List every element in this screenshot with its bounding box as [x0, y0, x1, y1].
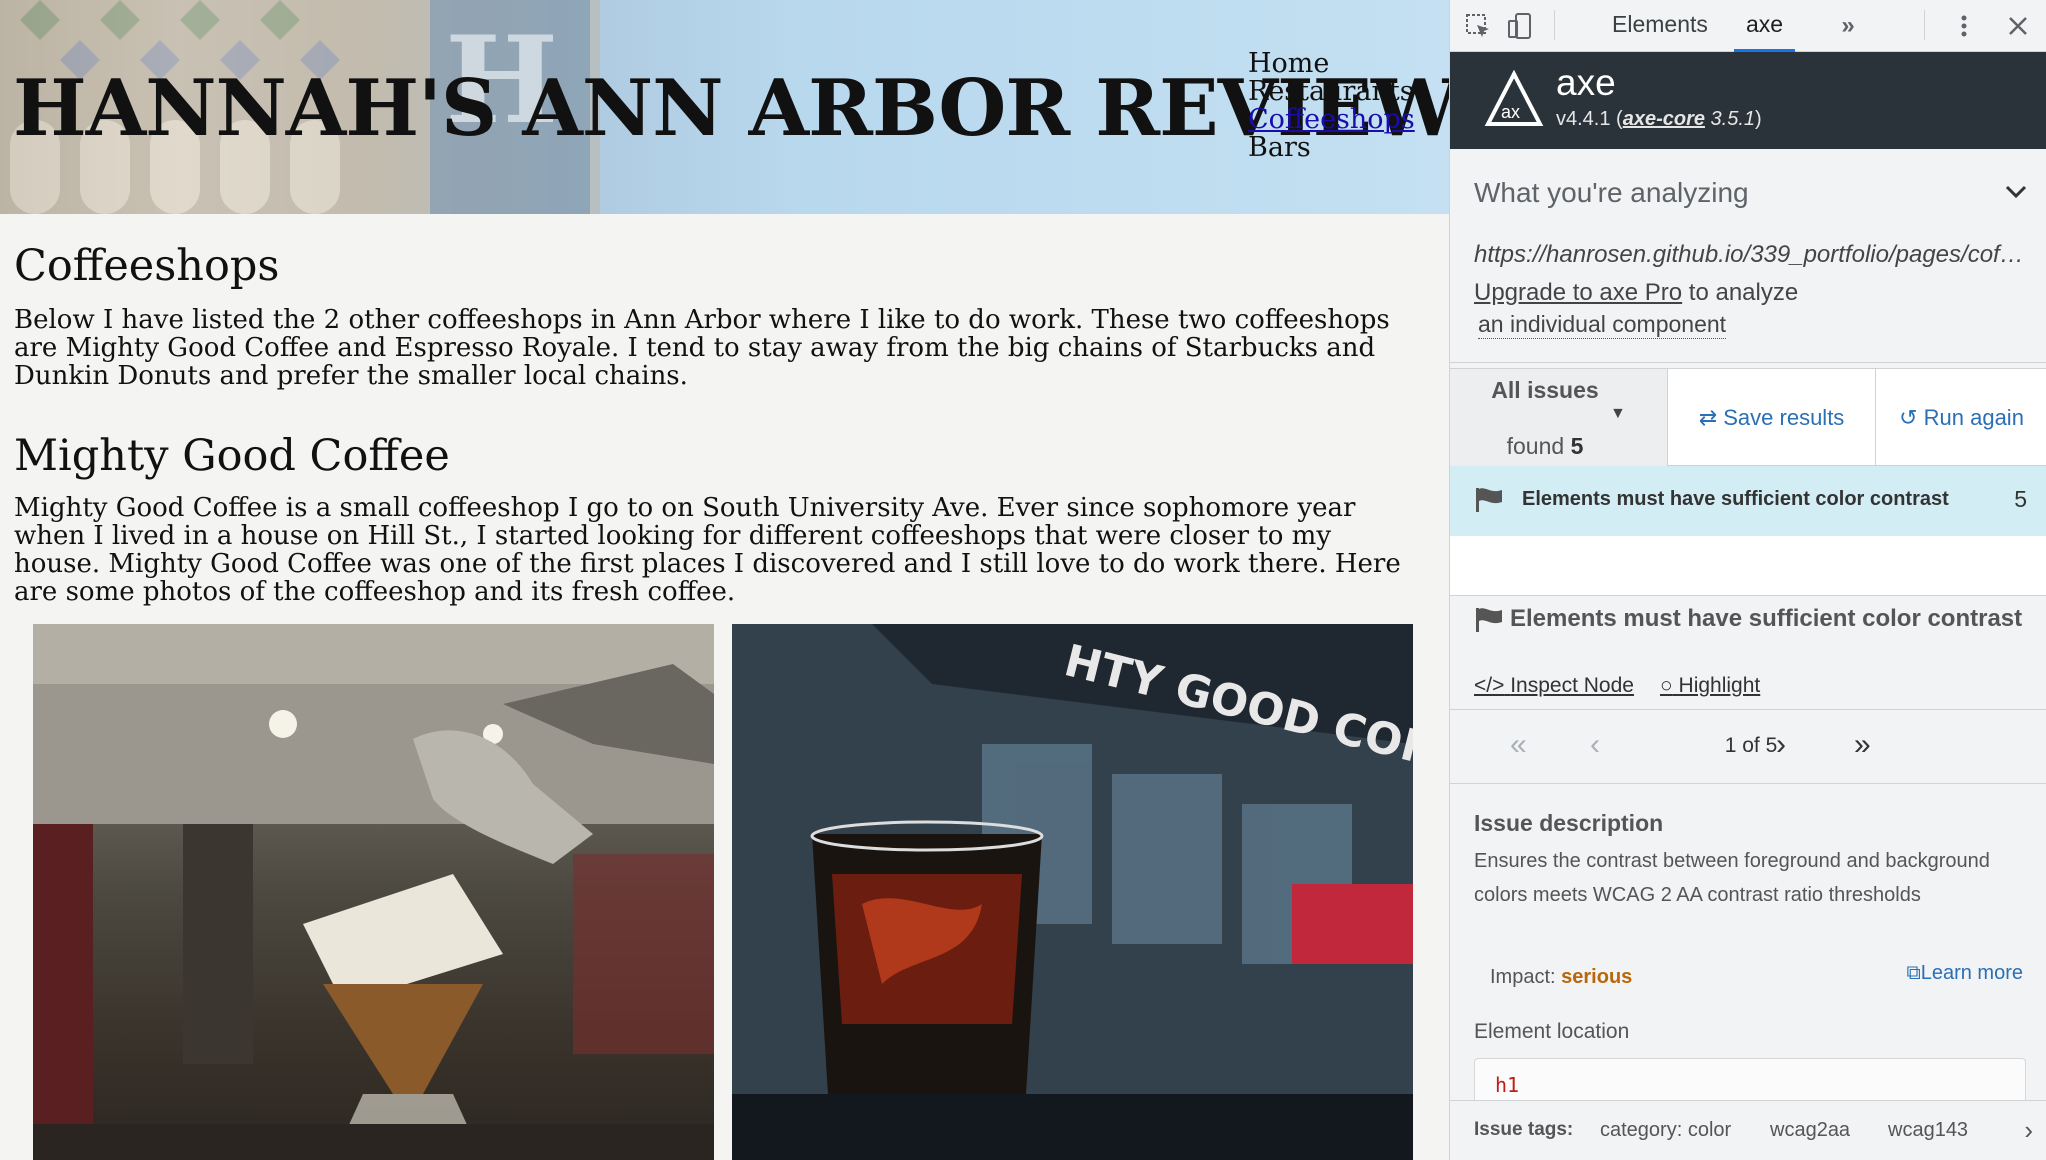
first-page-icon[interactable]: «: [1510, 728, 1527, 762]
axe-header: ax axe v4.4.1 (axe-core 3.5.1): [1450, 52, 2046, 149]
nav-link-restaurants[interactable]: Restaurants: [1248, 76, 1414, 107]
axe-core-link[interactable]: axe-core: [1623, 108, 1705, 130]
issue-tags-bar: Issue tags: category: color wcag2aa wcag…: [1450, 1100, 2046, 1160]
axe-version: v4.4.1 (axe-core 3.5.1): [1556, 108, 1762, 130]
analyzing-section: What you're analyzing https://hanrosen.g…: [1450, 149, 2046, 363]
nav-link-coffeeshops[interactable]: Coffeeshops: [1248, 104, 1415, 135]
analyzed-url: https://hanrosen.github.io/339_portfolio…: [1474, 241, 2029, 268]
nav-item-restaurants[interactable]: Restaurants: [1248, 78, 1415, 106]
learn-more-link[interactable]: ⧉Learn more: [1906, 962, 2023, 985]
external-link-icon: ⧉: [1906, 962, 1921, 984]
learn-more-label: Learn more: [1920, 962, 2023, 984]
issue-description-text: Ensures the contrast between foreground …: [1474, 850, 1990, 906]
element-location-label: Element location: [1474, 1020, 1630, 1043]
flag-icon: [1476, 488, 1502, 512]
issue-detail-title: Elements must have sufficient color cont…: [1510, 605, 2023, 632]
issue-detail-header: Elements must have sufficient color cont…: [1450, 596, 2046, 710]
kebab-menu-icon[interactable]: [1950, 12, 1978, 40]
nav-link-home[interactable]: Home: [1248, 48, 1329, 79]
svg-text:ax: ax: [1501, 102, 1520, 122]
highlight-icon: ○: [1660, 674, 1673, 697]
found-count: 5: [1570, 433, 1584, 459]
nav-item-home[interactable]: Home: [1248, 50, 1415, 78]
device-toolbar-icon[interactable]: [1506, 12, 1534, 40]
axe-product-name: axe: [1556, 62, 1616, 103]
section-text-coffeeshops: Below I have listed the 2 other coffeesh…: [14, 305, 1390, 391]
nav-item-bars[interactable]: Bars: [1248, 134, 1415, 162]
inspect-node-label: Inspect Node: [1510, 674, 1634, 697]
chevron-down-icon[interactable]: [2003, 179, 2029, 212]
axe-logo-icon: ax: [1484, 70, 1544, 126]
chevron-right-icon[interactable]: ›: [2024, 1115, 2033, 1146]
nav-item-coffeeshops[interactable]: Coffeeshops: [1248, 106, 1415, 134]
section-heading-coffeeshops: Coffeeshops: [14, 241, 280, 291]
inspect-node-link[interactable]: </> Inspect Node: [1474, 674, 1634, 698]
section-text-mighty-good: Mighty Good Coffee is a small coffeeshop…: [14, 493, 1401, 607]
save-results-label: Save results: [1723, 405, 1845, 430]
upgrade-text: to analyze: [1682, 279, 1799, 306]
refresh-icon: ↺: [1899, 405, 1918, 430]
issue-tag: wcag2aa: [1770, 1119, 1851, 1141]
issues-filter-dropdown[interactable]: All issues ▼ found 5: [1450, 369, 1668, 467]
next-page-icon[interactable]: ›: [1776, 728, 1786, 762]
issues-filter-label: All issues: [1491, 377, 1599, 403]
found-label: found: [1506, 433, 1565, 459]
section-heading-mighty-good: Mighty Good Coffee: [14, 431, 450, 481]
impact-value: serious: [1561, 966, 1633, 988]
impact-row: Impact: serious: [1490, 966, 1632, 989]
element-location-selector: h1: [1495, 1073, 1520, 1097]
issue-summary-text: Elements must have sufficient color cont…: [1522, 488, 1949, 510]
highlight-label: Highlight: [1678, 674, 1761, 697]
close-icon[interactable]: [2004, 12, 2032, 40]
individual-component-link[interactable]: an individual component: [1478, 311, 1727, 339]
photo-pour-over-coffee: [33, 624, 714, 1160]
issue-tag: category: color: [1600, 1119, 1732, 1141]
caret-down-icon: ▼: [1610, 405, 1626, 422]
upgrade-line: Upgrade to axe Pro to analyze: [1474, 279, 1798, 307]
save-results-button[interactable]: ⇄ Save results: [1668, 369, 1876, 467]
axe-core-version: 3.5.1: [1710, 108, 1756, 130]
devtools-toolbar: Elements axe »: [1450, 0, 2046, 52]
axe-version-number: v4.4.1: [1556, 108, 1611, 130]
last-page-icon[interactable]: »: [1854, 728, 1871, 762]
issues-found-count: found 5: [1490, 433, 1600, 460]
run-again-label: Run again: [1923, 405, 2024, 430]
highlight-link[interactable]: ○ Highlight: [1660, 674, 1760, 698]
upgrade-link[interactable]: Upgrade to axe Pro: [1474, 279, 1682, 306]
code-icon: </>: [1474, 674, 1505, 697]
run-again-button[interactable]: ↺ Run again: [1876, 369, 2046, 467]
site-nav: Home Restaurants Coffeeshops Bars: [1248, 50, 1415, 162]
double-chevron-right-icon[interactable]: »: [1834, 12, 1862, 40]
tab-elements[interactable]: Elements: [1600, 0, 1720, 52]
nav-link-bars[interactable]: Bars: [1248, 132, 1311, 163]
issue-summary-count: 5: [2014, 486, 2027, 512]
website-viewport: H HANNAH'S ANN ARBOR REVIEW Home Restaur…: [0, 0, 1449, 1160]
photo-iced-coffee-storefront: HTY GOOD COFFEE: [732, 624, 1413, 1160]
issue-tag: wcag143: [1888, 1119, 1969, 1141]
header-banner: H HANNAH'S ANN ARBOR REVIEW Home Restaur…: [0, 0, 1449, 214]
site-title: HANNAH'S ANN ARBOR REVIEW: [13, 63, 1449, 154]
devtools-panel: Elements axe » ax axe v4.4.1 (axe-core 3…: [1449, 0, 2046, 1160]
issue-summary-row[interactable]: Elements must have sufficient color cont…: [1450, 466, 2046, 536]
impact-label: Impact:: [1490, 966, 1556, 988]
issue-tags-label: Issue tags:: [1474, 1119, 1574, 1140]
swap-arrows-icon: ⇄: [1698, 405, 1718, 430]
previous-page-icon[interactable]: ‹: [1590, 728, 1600, 762]
issue-description-heading: Issue description: [1474, 810, 1664, 836]
tab-axe[interactable]: axe: [1734, 0, 1796, 52]
issue-pager: « ‹ 1 of 5 › »: [1450, 710, 2046, 784]
analyzing-title[interactable]: What you're analyzing: [1474, 177, 1749, 209]
summary-list-spacer: [1450, 536, 2046, 596]
inspect-element-icon[interactable]: [1464, 12, 1492, 40]
results-toolbar: All issues ▼ found 5 ⇄ Save results ↺ Ru…: [1450, 368, 2046, 467]
